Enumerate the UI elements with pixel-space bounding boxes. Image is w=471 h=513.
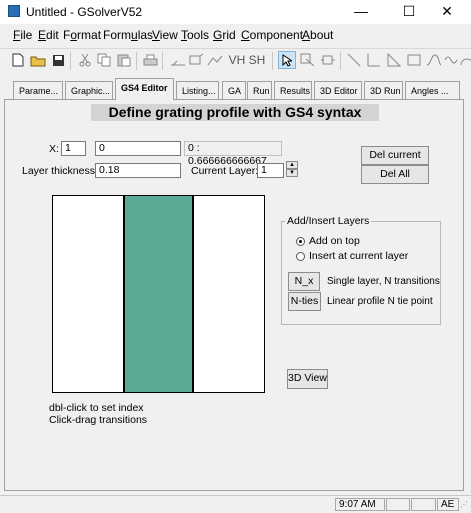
radio-add-on-top-label[interactable]: Add on top bbox=[309, 235, 360, 247]
radio-add-on-top[interactable] bbox=[296, 237, 305, 246]
toolbar-separator bbox=[162, 52, 163, 70]
del-all-button[interactable]: Del All bbox=[361, 165, 429, 184]
menu-grid[interactable]: Grid bbox=[213, 28, 236, 42]
print-icon[interactable] bbox=[142, 52, 158, 68]
grating-ridge[interactable] bbox=[123, 196, 194, 392]
hint-drag: Click-drag transitions bbox=[49, 414, 148, 426]
tool-b-icon[interactable] bbox=[188, 52, 204, 68]
curve-icon[interactable] bbox=[426, 52, 442, 68]
new-file-icon[interactable] bbox=[10, 52, 26, 68]
tab-angles[interactable]: Angles ... bbox=[405, 81, 460, 99]
add-insert-group-title: Add/Insert Layers bbox=[285, 215, 372, 227]
range-readout: 0 : 0.666666666667 bbox=[184, 141, 282, 167]
tab-run[interactable]: Run bbox=[247, 81, 272, 99]
pointer-icon[interactable] bbox=[278, 51, 296, 69]
tool-vh-icon[interactable]: VH bbox=[228, 52, 246, 68]
tab-graphics[interactable]: Graphic... bbox=[65, 81, 113, 99]
minimize-button[interactable]: — bbox=[338, 0, 384, 24]
spin-up-button[interactable]: ▲ bbox=[286, 161, 298, 169]
x-index-field[interactable]: 1 bbox=[61, 141, 86, 156]
menu-about[interactable]: About bbox=[302, 28, 333, 42]
tool-e-icon[interactable] bbox=[320, 52, 336, 68]
nties-description: Linear profile N tie point bbox=[327, 296, 433, 307]
toolbar-separator bbox=[340, 52, 341, 70]
triangle-icon[interactable] bbox=[386, 52, 402, 68]
tool-a-icon[interactable] bbox=[170, 52, 186, 68]
tool-d-icon[interactable] bbox=[300, 52, 316, 68]
tab-strip: Parame... Graphic... GS4 Editor Listing.… bbox=[0, 78, 471, 100]
tool-c-icon[interactable] bbox=[207, 52, 223, 68]
menu-formulas[interactable]: Formulas bbox=[103, 28, 153, 42]
nties-button[interactable]: N-ties bbox=[288, 292, 321, 311]
x-label: X: bbox=[49, 143, 59, 155]
paste-icon[interactable] bbox=[116, 52, 132, 68]
tab-3d-run[interactable]: 3D Run bbox=[364, 81, 403, 99]
profile-canvas[interactable] bbox=[52, 195, 265, 393]
tab-3d-editor[interactable]: 3D Editor bbox=[314, 81, 362, 99]
menu-format[interactable]: Format bbox=[63, 28, 101, 42]
hint-dblclick: dbl-click to set index bbox=[49, 402, 144, 414]
status-time: 9:07 AM bbox=[335, 498, 385, 511]
rectangle-icon[interactable] bbox=[406, 52, 422, 68]
toolbar: VH SH bbox=[0, 48, 471, 73]
copy-icon[interactable] bbox=[96, 52, 112, 68]
current-layer-label: Current Layer: bbox=[191, 165, 259, 177]
radio-insert-current[interactable] bbox=[296, 252, 305, 261]
tab-gs4-editor[interactable]: GS4 Editor bbox=[115, 78, 174, 100]
toolbar-separator bbox=[272, 52, 273, 70]
tab-listing[interactable]: Listing... bbox=[176, 81, 219, 99]
radio-insert-current-label[interactable]: Insert at current layer bbox=[309, 250, 408, 262]
save-icon[interactable] bbox=[50, 52, 66, 68]
page-title: Define grating profile with GS4 syntax bbox=[91, 104, 379, 121]
current-layer-field[interactable]: 1 bbox=[257, 163, 284, 178]
nx-description: Single layer, N transitions bbox=[327, 276, 440, 287]
nx-button[interactable]: N_x bbox=[288, 272, 320, 291]
menu-component[interactable]: Component bbox=[241, 28, 303, 42]
line-icon[interactable] bbox=[346, 52, 362, 68]
status-pane-empty bbox=[386, 498, 410, 511]
app-icon bbox=[8, 5, 20, 17]
menu-view[interactable]: View bbox=[152, 28, 178, 42]
tab-results[interactable]: Results bbox=[274, 81, 312, 99]
arc-icon[interactable] bbox=[460, 52, 471, 68]
spin-down-button[interactable]: ▼ bbox=[286, 169, 298, 177]
line-seg-icon[interactable] bbox=[366, 52, 382, 68]
status-bar: 9:07 AM AE ⋰ bbox=[0, 495, 471, 513]
wave-icon[interactable] bbox=[444, 52, 460, 68]
tab-parameters[interactable]: Parame... bbox=[13, 81, 63, 99]
menu-tools[interactable]: Tools bbox=[181, 28, 209, 42]
tab-ga[interactable]: GA bbox=[222, 81, 246, 99]
layer-thickness-label: Layer thickness: bbox=[22, 165, 98, 177]
tool-sh-icon[interactable]: SH bbox=[248, 52, 266, 68]
toolbar-separator bbox=[70, 52, 71, 70]
cut-icon[interactable] bbox=[77, 52, 93, 68]
menu-bar: File Edit Format Formulas View Tools Gri… bbox=[0, 25, 471, 44]
resize-grip-icon[interactable]: ⋰ bbox=[460, 500, 468, 509]
3d-view-button[interactable]: 3D View bbox=[287, 369, 328, 389]
toolbar-separator bbox=[136, 52, 137, 70]
menu-file[interactable]: File bbox=[13, 28, 32, 42]
window-title: Untitled - GSolverV52 bbox=[26, 5, 143, 19]
expression-field[interactable]: 0 bbox=[95, 141, 181, 156]
layer-thickness-field[interactable]: 0.18 bbox=[95, 163, 181, 178]
open-folder-icon[interactable] bbox=[30, 52, 46, 68]
close-button[interactable]: ✕ bbox=[424, 0, 470, 24]
del-current-button[interactable]: Del current bbox=[361, 146, 429, 165]
menu-edit[interactable]: Edit bbox=[38, 28, 59, 42]
status-mode: AE bbox=[437, 498, 459, 511]
status-pane-empty bbox=[411, 498, 436, 511]
